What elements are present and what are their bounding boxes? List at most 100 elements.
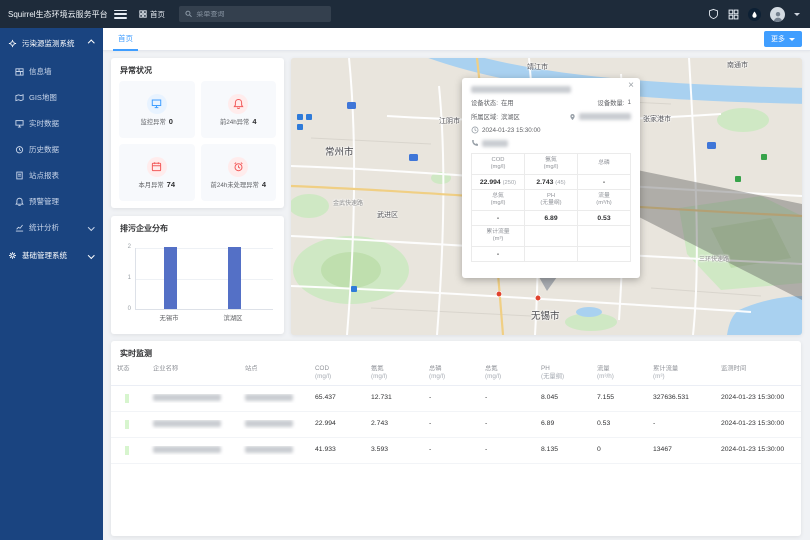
top-header: Squirrel生态环境云服务平台 首页 <box>0 0 810 28</box>
more-button-label: 更多 <box>771 34 785 44</box>
field-label: 设备状态: <box>471 98 498 107</box>
ph-value: 6.89 <box>535 420 591 429</box>
header-actions <box>708 7 810 22</box>
region-value: 滨湖区 <box>501 112 520 121</box>
chevron-down-icon <box>88 252 94 258</box>
sidebar: 污染源监测系统 信息墙 GIS地图 实时数据 历史数据 站点报表 预警管理 <box>0 28 103 540</box>
abnormal-status-panel: 异常状况 监控异常0 前24h异常4 本月异常74 <box>111 58 284 208</box>
breadcrumb-label: 首页 <box>150 9 165 20</box>
sidebar-item-label: 实时数据 <box>29 118 59 129</box>
ph-value: 8.135 <box>535 446 591 455</box>
location-pin-icon <box>569 113 576 121</box>
datetime-value: 2024-01-23 15:30:00 <box>482 127 540 134</box>
panel-title: 异常状况 <box>111 58 284 81</box>
calendar-icon <box>147 157 167 177</box>
map-label-district: 武进区 <box>377 210 398 220</box>
field-label: 所属区域: <box>471 112 498 121</box>
sidebar-item-label: 历史数据 <box>29 144 59 155</box>
company-name-redacted <box>153 420 221 427</box>
map-label-road: 金武快速路 <box>333 198 363 207</box>
sidebar-item-realtime-data[interactable]: 实时数据 <box>0 110 103 136</box>
company-name-redacted <box>153 394 221 401</box>
stat-tile-last24h-unhandled[interactable]: 前24h未处理异常4 <box>201 144 277 201</box>
sidebar-section-pollution[interactable]: 污染源监测系统 <box>0 28 103 58</box>
sidebar-item-label: 站点报表 <box>29 170 59 181</box>
nh3n-value: 3.593 <box>365 446 423 455</box>
sidebar-item-label: GIS地图 <box>29 92 57 103</box>
chart-plot-area <box>135 248 273 310</box>
cod-value: 22.994 <box>309 420 365 429</box>
table-row[interactable]: 22.994 2.743 - - 6.89 0.53 - 2024-01-23 … <box>111 412 801 438</box>
shield-icon[interactable] <box>708 8 719 20</box>
y-tick: 2 <box>115 244 131 250</box>
stat-tile-last24h-abnormal[interactable]: 前24h异常4 <box>201 81 277 138</box>
phone-icon <box>471 139 479 147</box>
chevron-down-icon[interactable] <box>794 13 800 16</box>
bar-wuxi[interactable] <box>164 247 177 309</box>
sidebar-item-info-wall[interactable]: 信息墙 <box>0 58 103 84</box>
close-icon[interactable]: × <box>628 80 634 92</box>
search-icon <box>185 10 192 18</box>
tn-value: - <box>479 446 535 455</box>
sidebar-section-basic[interactable]: 基础管理系统 <box>0 240 103 270</box>
gear-icon <box>8 251 17 260</box>
stat-tile-monitor-abnormal[interactable]: 监控异常0 <box>119 81 195 138</box>
bar-binhu[interactable] <box>228 247 241 309</box>
sidebar-item-statistics[interactable]: 统计分析 <box>0 214 103 240</box>
total-flow-value: 13467 <box>647 446 715 455</box>
stat-tile-month-abnormal[interactable]: 本月异常74 <box>119 144 195 201</box>
table-row[interactable]: 65.437 12.731 - - 8.045 7.155 327636.531… <box>111 386 801 412</box>
x-category: 无锡市 <box>145 313 193 322</box>
sidebar-item-gis-map[interactable]: GIS地图 <box>0 84 103 110</box>
tn-value: - <box>479 394 535 403</box>
nh3n-value: 2.743 <box>365 420 423 429</box>
report-icon <box>15 171 24 180</box>
address-redacted <box>579 113 631 120</box>
company-name-redacted <box>471 86 571 93</box>
menu-search[interactable] <box>179 6 331 22</box>
app-root: Squirrel生态环境云服务平台 首页 污染源监测系统 <box>0 0 810 540</box>
history-clock-icon <box>15 145 24 154</box>
apps-grid-icon[interactable] <box>728 9 739 20</box>
flow-value: 7.155 <box>591 394 647 403</box>
cod-value: 41.933 <box>309 446 365 455</box>
sidebar-item-label: 统计分析 <box>29 222 59 233</box>
chevron-down-icon <box>789 38 795 41</box>
sidebar-item-label: 预警管理 <box>29 196 59 207</box>
cod-value: 65.437 <box>309 394 365 403</box>
system-icon <box>8 39 17 48</box>
site-name-redacted <box>245 394 293 401</box>
flow-value: 0.53 <box>591 420 647 429</box>
search-input[interactable] <box>196 11 325 18</box>
panel-title: 实时监测 <box>111 341 801 364</box>
table-row[interactable]: 41.933 3.593 - - 8.135 0 13467 2024-01-2… <box>111 438 801 464</box>
map-label-city: 常州市 <box>325 144 354 158</box>
chevron-down-icon <box>88 224 94 230</box>
map-label-city: 张家港市 <box>643 114 671 124</box>
map-label-city: 江阴市 <box>439 116 460 126</box>
tab-home[interactable]: 首页 <box>113 28 138 51</box>
sidebar-item-site-report[interactable]: 站点报表 <box>0 162 103 188</box>
popup-metrics-table: COD(mg/l) 氨氮(mg/l) 总磷 22.994 (250) 2.743… <box>471 153 631 262</box>
site-name-redacted <box>245 420 293 427</box>
hamburger-menu-icon[interactable] <box>114 10 127 19</box>
alarm-clock-icon <box>228 157 248 177</box>
map-label-city: 南通市 <box>727 60 748 70</box>
more-button[interactable]: 更多 <box>764 31 802 47</box>
sidebar-item-label: 信息墙 <box>29 66 52 77</box>
water-drop-icon[interactable] <box>748 8 761 21</box>
stat-tiles: 监控异常0 前24h异常4 本月异常74 前24h未处理异常4 <box>111 81 284 201</box>
sidebar-item-history-data[interactable]: 历史数据 <box>0 136 103 162</box>
sidebar-item-alert-management[interactable]: 预警管理 <box>0 188 103 214</box>
breadcrumb[interactable]: 首页 <box>139 9 165 20</box>
tp-value: - <box>423 394 479 403</box>
y-tick: 1 <box>115 275 131 281</box>
bell-icon <box>15 197 24 206</box>
sidebar-section-label: 污染源监测系统 <box>22 38 75 49</box>
map-label-city: 靖江市 <box>527 62 548 72</box>
wall-icon <box>15 67 24 76</box>
user-avatar[interactable] <box>770 7 785 22</box>
device-status-value: 在用 <box>501 98 514 107</box>
monitor-time: 2024-01-23 15:30:00 <box>715 394 801 403</box>
gis-map[interactable]: 靖江市 南通市 常州市 江阴市 张家港市 武进区 无锡市 金武快速路 三环快速路… <box>291 58 802 335</box>
